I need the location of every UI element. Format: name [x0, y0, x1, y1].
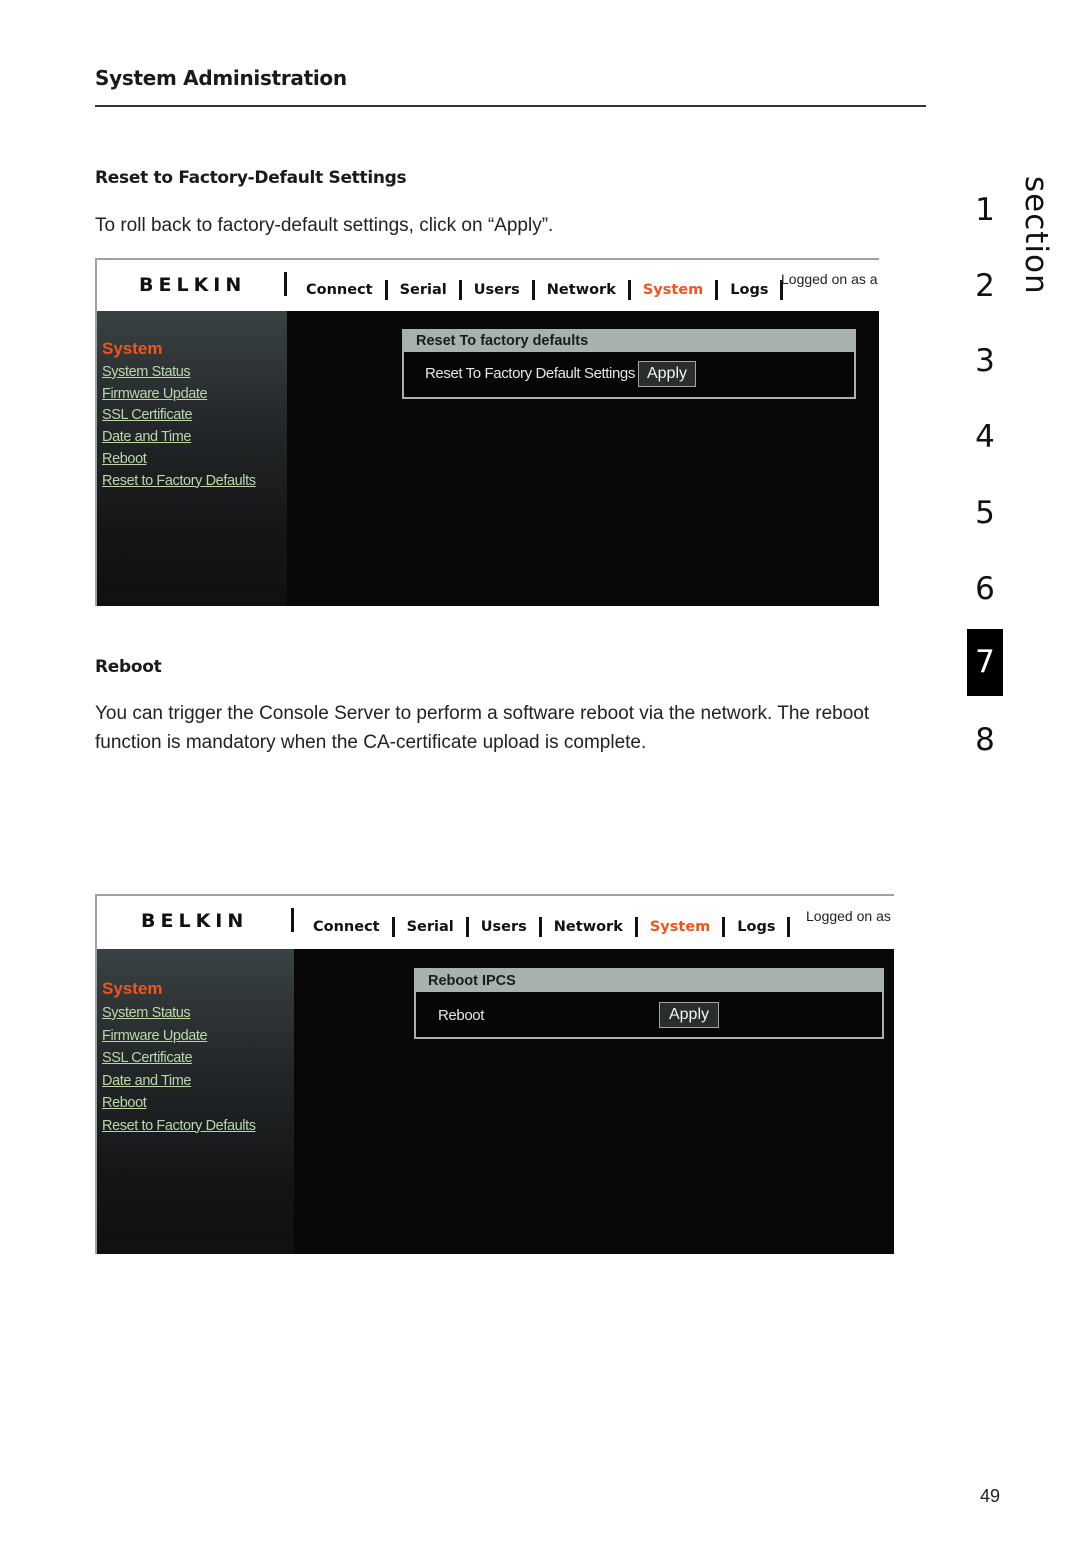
page-number: 49	[980, 1486, 1001, 1506]
system-sidebar: System System Status Firmware Update SSL…	[97, 311, 287, 606]
sidebar-link-date-and-time[interactable]: Date and Time	[102, 427, 256, 449]
reset-heading: Reset to Factory-Default Settings	[95, 168, 407, 188]
nav-separator	[715, 280, 719, 300]
nav-users[interactable]: Users	[481, 919, 527, 935]
section-label: section	[1018, 176, 1054, 295]
nav-separator	[391, 917, 395, 937]
reboot-panel: Reboot IPCS Reboot Apply	[414, 968, 884, 1039]
sidebar-link-ssl-certificate[interactable]: SSL Certificate	[102, 1047, 256, 1070]
header-divider	[291, 908, 294, 932]
section-tab-4[interactable]: 4	[967, 417, 1003, 457]
section-tab-6[interactable]: 6	[967, 569, 1003, 609]
nav-separator	[465, 917, 469, 937]
apply-button[interactable]: Apply	[659, 1002, 719, 1028]
sidebar-link-firmware-update[interactable]: Firmware Update	[102, 1025, 256, 1048]
header-divider	[284, 272, 287, 296]
nav-connect[interactable]: Connect	[306, 282, 373, 298]
screenshot-reboot: BELKIN Connect Serial Users Network Syst…	[95, 894, 894, 1254]
logged-on-status: Logged on as	[806, 908, 891, 924]
sidebar-link-system-status[interactable]: System Status	[102, 362, 256, 384]
nav-separator	[634, 917, 638, 937]
nav-logs[interactable]: Logs	[730, 282, 768, 298]
belkin-logo: BELKIN	[139, 274, 247, 296]
sidebar-link-reset-factory-defaults[interactable]: Reset to Factory Defaults	[102, 471, 256, 493]
nav-separator	[538, 917, 542, 937]
title-divider	[95, 105, 926, 107]
nav-logs[interactable]: Logs	[737, 919, 775, 935]
belkin-logo: BELKIN	[141, 910, 249, 932]
panel-title: Reset To factory defaults	[404, 331, 854, 352]
sidebar-link-reset-factory-defaults[interactable]: Reset to Factory Defaults	[102, 1115, 256, 1138]
panel-title: Reboot IPCS	[416, 970, 882, 992]
section-tab-5[interactable]: 5	[967, 493, 1003, 533]
section-tab-3[interactable]: 3	[967, 341, 1003, 381]
nav-serial[interactable]: Serial	[407, 919, 454, 935]
sidebar-link-reboot[interactable]: Reboot	[102, 1092, 256, 1115]
nav-separator	[722, 917, 726, 937]
web-ui-header: BELKIN Connect Serial Users Network Syst…	[97, 896, 894, 949]
sidebar-title: System	[102, 339, 163, 358]
nav-separator	[458, 280, 462, 300]
reset-description: To roll back to factory-default settings…	[95, 215, 554, 236]
page-title: System Administration	[95, 66, 347, 90]
nav-separator	[384, 280, 388, 300]
logged-on-status: Logged on as a	[781, 271, 878, 287]
web-ui-header: BELKIN Connect Serial Users Network Syst…	[97, 260, 879, 311]
sidebar-link-ssl-certificate[interactable]: SSL Certificate	[102, 405, 256, 427]
nav-system[interactable]: System	[643, 282, 703, 298]
reboot-heading: Reboot	[95, 657, 162, 677]
reboot-description: You can trigger the Console Server to pe…	[95, 703, 870, 753]
reset-panel: Reset To factory defaults Reset To Facto…	[402, 329, 856, 399]
section-tab-2[interactable]: 2	[967, 266, 1003, 306]
sidebar-link-system-status[interactable]: System Status	[102, 1002, 256, 1025]
nav-network[interactable]: Network	[547, 282, 616, 298]
nav-separator	[531, 280, 535, 300]
nav-separator	[787, 917, 791, 937]
sidebar-link-reboot[interactable]: Reboot	[102, 449, 256, 471]
sidebar-link-date-and-time[interactable]: Date and Time	[102, 1070, 256, 1093]
apply-button[interactable]: Apply	[638, 361, 696, 387]
nav-separator	[627, 280, 631, 300]
nav-serial[interactable]: Serial	[400, 282, 447, 298]
nav-connect[interactable]: Connect	[313, 919, 380, 935]
nav-users[interactable]: Users	[474, 282, 520, 298]
section-tab-7-active[interactable]: 7	[967, 629, 1003, 696]
nav-network[interactable]: Network	[554, 919, 623, 935]
screenshot-reset-factory-defaults: BELKIN Connect Serial Users Network Syst…	[95, 258, 879, 606]
sidebar-title: System	[102, 979, 163, 998]
system-sidebar: System System Status Firmware Update SSL…	[97, 949, 294, 1254]
top-nav: Connect Serial Users Network System Logs	[313, 917, 802, 937]
section-tab-1[interactable]: 1	[967, 190, 1003, 230]
sidebar-link-firmware-update[interactable]: Firmware Update	[102, 384, 256, 406]
panel-label: Reset To Factory Default Settings	[425, 365, 635, 382]
nav-system[interactable]: System	[650, 919, 710, 935]
section-tab-8[interactable]: 8	[967, 720, 1003, 760]
top-nav: Connect Serial Users Network System Logs	[306, 280, 795, 300]
panel-label: Reboot	[438, 1007, 484, 1024]
